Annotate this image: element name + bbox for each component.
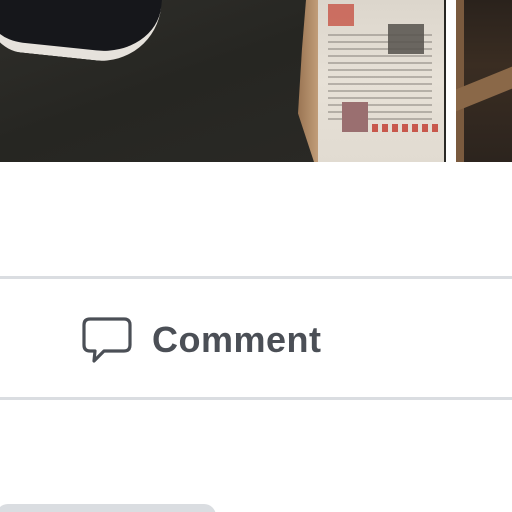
- feed-post: Comment: [0, 0, 512, 512]
- photo-shoe: [0, 0, 165, 67]
- speech-bubble-icon: [80, 313, 134, 367]
- comment-button[interactable]: Comment: [74, 308, 328, 372]
- action-bar-top-divider: [0, 276, 512, 279]
- photo-newspaper: [318, 0, 444, 162]
- post-photo-grid: [0, 0, 512, 162]
- comment-label: Comment: [152, 319, 322, 360]
- next-item-edge: [0, 504, 216, 512]
- feed-photo-secondary[interactable]: [456, 0, 512, 162]
- action-bar-bottom-divider: [0, 397, 512, 400]
- feed-photo-main[interactable]: [0, 0, 446, 162]
